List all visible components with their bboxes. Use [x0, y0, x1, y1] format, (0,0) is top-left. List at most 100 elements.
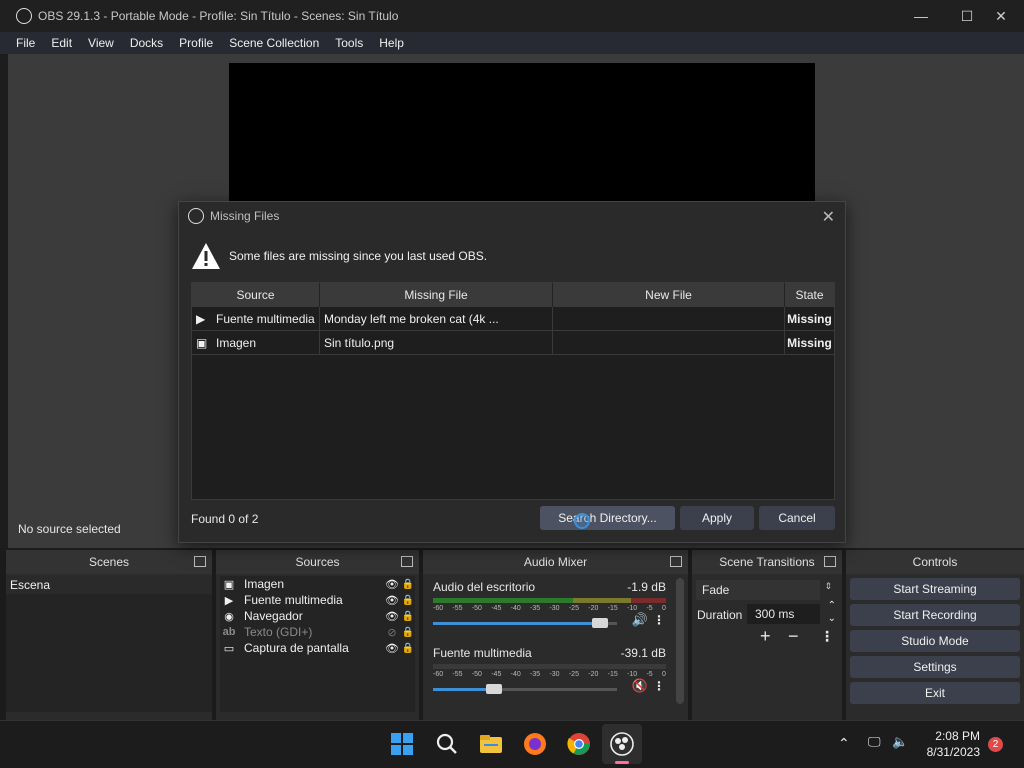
volume-slider[interactable] [433, 684, 620, 694]
file-explorer-icon[interactable] [479, 732, 503, 756]
dialog-title-bar: Missing Files [179, 202, 845, 230]
eye-icon[interactable]: 👁 [383, 642, 401, 655]
speaker-muted-icon[interactable]: 🔇 [628, 678, 652, 694]
eye-hidden-icon[interactable]: ⊘ [383, 626, 401, 639]
transitions-dock-header: Scene Transitions [692, 550, 842, 574]
sources-list: ▣ Imagen 👁 🔒 ▶ Fuente multimedia 👁 🔒 ◉ N… [220, 576, 415, 712]
menu-tools[interactable]: Tools [327, 36, 371, 50]
system-clock[interactable]: 2:08 PM 8/31/2023 [927, 728, 980, 760]
controls-dock-header: Controls [846, 550, 1024, 574]
volume-meter [433, 598, 666, 603]
source-item[interactable]: ◉ Navegador 👁 🔒 [220, 608, 415, 624]
windows-start-icon[interactable] [390, 732, 414, 756]
chevron-up-icon[interactable]: ⌃ [828, 600, 836, 611]
close-button[interactable]: ✕ [978, 0, 1024, 32]
column-header[interactable]: Source [192, 283, 320, 307]
source-item[interactable]: ab Texto (GDI+) ⊘ 🔒 [220, 624, 415, 640]
eye-icon[interactable]: 👁 [383, 594, 401, 607]
chevron-up-icon[interactable]: ⌃ [838, 735, 850, 752]
source-item[interactable]: ▶ Fuente multimedia 👁 🔒 [220, 592, 415, 608]
scenes-dock-title: Scenes [88, 555, 130, 569]
add-transition-icon[interactable]: + [760, 626, 771, 647]
chrome-icon[interactable] [567, 732, 591, 756]
volume-meter [433, 664, 666, 669]
controls-dock-title: Controls [912, 555, 958, 569]
undock-icon[interactable] [670, 556, 682, 567]
transition-select[interactable]: Fade [696, 580, 820, 600]
eye-icon[interactable]: 👁 [383, 578, 401, 591]
obs-app-icon[interactable] [610, 732, 634, 756]
volume-icon[interactable]: 🔈 [892, 734, 908, 750]
cancel-button[interactable]: Cancel [759, 506, 835, 530]
eye-icon[interactable]: 👁 [383, 610, 401, 623]
exit-button[interactable]: Exit [850, 682, 1020, 704]
active-app-indicator [615, 761, 629, 764]
scenes-list: Escena [6, 576, 212, 712]
mixer-dock-header: Audio Mixer [423, 550, 688, 574]
lock-icon[interactable]: 🔒 [401, 579, 415, 590]
mixer-scrollbar[interactable] [676, 578, 684, 704]
notification-badge[interactable]: 2 [988, 737, 1003, 752]
menu-dots-icon[interactable]: ⋮ [652, 679, 666, 693]
network-icon[interactable]: 🖵 [868, 734, 881, 750]
table-row[interactable]: ▶ Fuente multimedia Monday left me broke… [192, 307, 834, 331]
start-recording-button[interactable]: Start Recording [850, 604, 1020, 626]
menu-view[interactable]: View [80, 36, 122, 50]
minimize-button[interactable]: — [898, 0, 944, 32]
settings-button[interactable]: Settings [850, 656, 1020, 678]
title-bar: OBS 29.1.3 - Portable Mode - Profile: Si… [0, 0, 1024, 32]
column-header[interactable]: Missing File [320, 283, 553, 307]
lock-icon[interactable]: 🔒 [401, 595, 415, 606]
track-name: Fuente multimedia [433, 646, 532, 660]
search-directory-button[interactable]: Search Directory... [540, 506, 675, 530]
duration-input[interactable]: 300 ms [747, 604, 820, 624]
source-item[interactable]: ▭ Captura de pantalla 👁 🔒 [220, 640, 415, 656]
menu-docks[interactable]: Docks [122, 36, 171, 50]
undock-icon[interactable] [401, 556, 413, 567]
row-new-file[interactable] [553, 331, 785, 354]
track-db: -1.9 dB [627, 580, 666, 594]
menu-dots-icon[interactable]: ⋮ [820, 628, 834, 645]
remove-transition-icon[interactable]: − [788, 626, 799, 647]
scene-item[interactable]: Escena [6, 576, 212, 594]
dialog-title: Missing Files [210, 209, 280, 223]
menu-profile[interactable]: Profile [171, 36, 221, 50]
transitions-dock: Scene Transitions Fade ⇕ Duration 300 ms… [692, 550, 842, 720]
undock-icon[interactable] [194, 556, 206, 567]
lock-icon[interactable]: 🔒 [401, 627, 415, 638]
studio-mode-button[interactable]: Studio Mode [850, 630, 1020, 652]
menu-dots-icon[interactable]: ⋮ [652, 613, 666, 627]
undock-icon[interactable] [824, 556, 836, 567]
scenes-dock: Scenes Escena [6, 550, 212, 720]
row-new-file[interactable] [553, 307, 785, 330]
menu-scene-collection[interactable]: Scene Collection [221, 36, 327, 50]
play-icon: ▶ [196, 311, 206, 326]
chevron-down-icon[interactable]: ⌄ [828, 613, 836, 624]
menu-file[interactable]: File [8, 36, 43, 50]
source-name: Fuente multimedia [244, 593, 343, 607]
lock-icon[interactable]: 🔒 [401, 611, 415, 622]
start-streaming-button[interactable]: Start Streaming [850, 578, 1020, 600]
mixer-track: Fuente multimedia -39.1 dB -60 -55 -50 -45-… [433, 646, 666, 694]
apply-button[interactable]: Apply [680, 506, 754, 530]
firefox-icon[interactable] [523, 732, 547, 756]
clock-date: 8/31/2023 [926, 745, 980, 759]
column-header[interactable]: State [785, 283, 834, 307]
warning-icon [192, 243, 220, 269]
column-header[interactable]: New File [553, 283, 785, 307]
row-state: Missing [787, 335, 832, 350]
menu-bar: File Edit View Docks Profile Scene Colle… [0, 32, 1024, 54]
source-item[interactable]: ▣ Imagen 👁 🔒 [220, 576, 415, 592]
lock-icon[interactable]: 🔒 [401, 643, 415, 654]
dialog-close-icon[interactable]: ✕ [822, 207, 835, 227]
menu-edit[interactable]: Edit [43, 36, 80, 50]
audio-mixer-dock: Audio Mixer Audio del escritorio -1.9 dB… [423, 550, 688, 720]
speaker-icon[interactable]: 🔊 [628, 612, 652, 628]
warning-text: Some files are missing since you last us… [229, 249, 488, 263]
transitions-dock-title: Scene Transitions [719, 555, 815, 569]
sources-dock: Sources ▣ Imagen 👁 🔒 ▶ Fuente multimedia… [216, 550, 419, 720]
search-icon[interactable] [435, 732, 459, 756]
volume-slider[interactable] [433, 618, 620, 628]
menu-help[interactable]: Help [371, 36, 412, 50]
table-row[interactable]: ▣ Imagen Sin título.png Missing [192, 331, 834, 355]
